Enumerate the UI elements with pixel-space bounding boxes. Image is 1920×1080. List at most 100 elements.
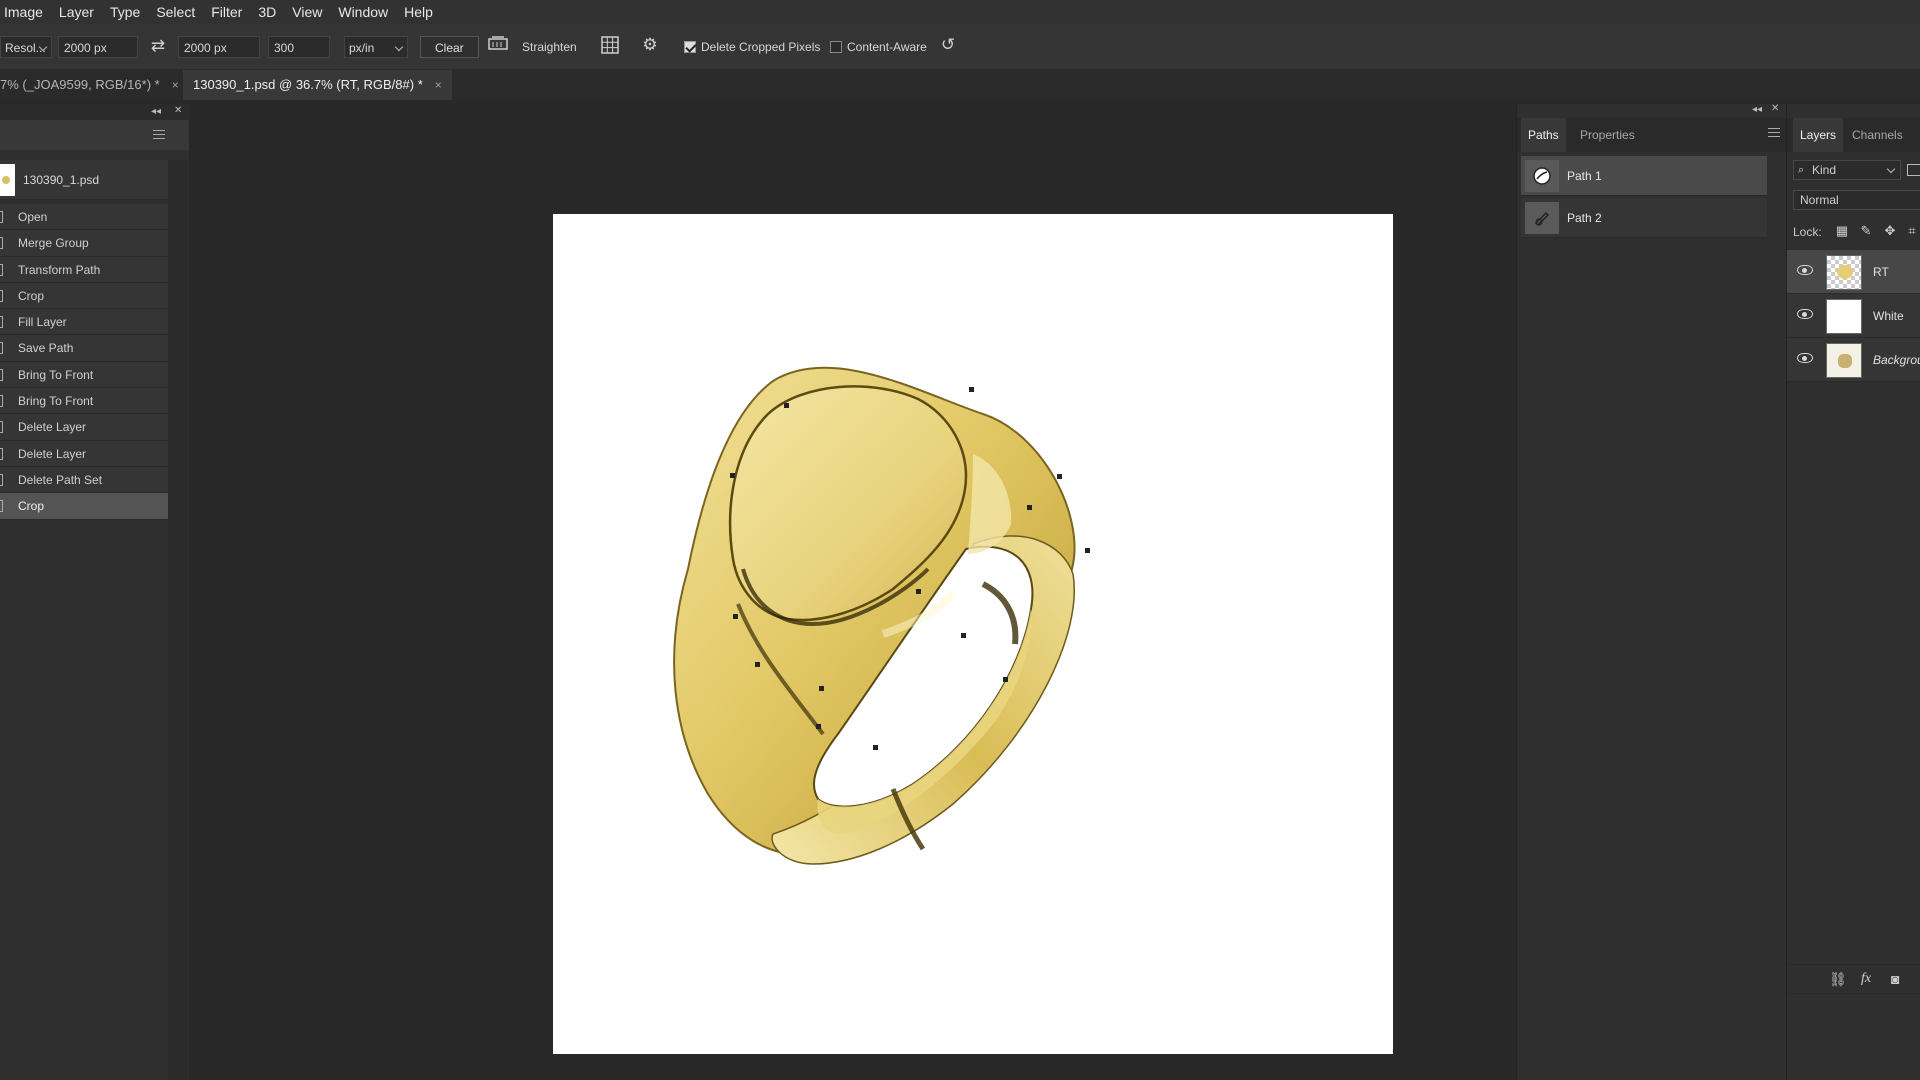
crop-height-input[interactable]: 2000 px (178, 36, 260, 58)
history-item[interactable]: Merge Group (0, 230, 168, 257)
resolution-input[interactable]: 300 (268, 36, 330, 58)
gear-icon[interactable]: ⚙ (638, 34, 662, 56)
menu-filter[interactable]: Filter (206, 0, 253, 24)
lock-artboard-icon[interactable]: ⌗ (1905, 224, 1919, 238)
link-layers-icon[interactable]: ⛓ (1829, 971, 1847, 988)
layer-filter-select[interactable]: ⌕ Kind (1793, 160, 1901, 180)
history-item[interactable]: Crop (0, 282, 168, 310)
document-tab-label: 7% (_JOA9599, RGB/16*) * (0, 77, 160, 92)
layer-name[interactable]: White (1873, 294, 1904, 338)
close-icon[interactable]: ✕ (1771, 103, 1779, 114)
grid-overlay-icon[interactable] (598, 35, 622, 57)
history-item-label: Crop (18, 288, 45, 303)
menu-select[interactable]: Select (151, 0, 206, 24)
image-filter-icon[interactable] (1907, 164, 1920, 176)
history-item[interactable]: Delete Layer (0, 414, 168, 441)
layer-mask-icon[interactable]: ◙ (1891, 971, 1899, 987)
visibility-eye-icon[interactable] (1797, 309, 1813, 319)
straighten-icon[interactable] (486, 35, 510, 57)
straighten-label[interactable]: Straighten (522, 36, 577, 58)
ratio-preset-select[interactable]: Resol... (0, 36, 52, 58)
history-item[interactable]: Fill Layer (0, 309, 168, 336)
path-thumbnail (1525, 202, 1559, 234)
history-state-icon (0, 211, 3, 223)
close-icon[interactable]: × (172, 78, 179, 92)
document-tab-label: 130390_1.psd @ 36.7% (RT, RGB/8#) * (193, 77, 423, 92)
layer-thumbnail (1826, 299, 1862, 334)
history-item-selected[interactable]: Crop (0, 493, 168, 520)
document-tab-bar: 7% (_JOA9599, RGB/16*) * × 130390_1.psd @… (0, 70, 1920, 100)
menu-window[interactable]: Window (333, 0, 399, 24)
history-state-icon (0, 316, 3, 329)
layer-thumbnail (1826, 255, 1862, 290)
swap-icon[interactable]: ⇄ (148, 35, 168, 57)
history-item[interactable]: Delete Path Set (0, 466, 168, 494)
layer-row-rt[interactable]: RT (1787, 250, 1920, 294)
panel-menu-icon[interactable] (1768, 128, 1780, 137)
lock-paint-icon[interactable]: ✎ (1859, 224, 1873, 238)
path-name: Path 1 (1567, 169, 1602, 183)
resolution-unit-select[interactable]: px/in (344, 36, 408, 58)
layer-filter-label: Kind (1812, 163, 1837, 177)
collapse-icon[interactable]: ◂◂ (1752, 104, 1762, 115)
panel-menu-icon[interactable] (153, 130, 165, 139)
history-item-label: Crop (18, 499, 45, 514)
blend-mode-select[interactable]: Normal (1793, 190, 1920, 210)
close-icon[interactable]: × (435, 78, 442, 92)
tab-paths[interactable]: Paths (1521, 118, 1566, 152)
path-row[interactable]: Path 2 (1521, 198, 1767, 238)
photoshop-window: Image Layer Type Select Filter 3D View W… (0, 0, 1920, 1080)
visibility-eye-icon[interactable] (1797, 353, 1813, 363)
tab-channels[interactable]: Channels (1845, 118, 1910, 152)
menu-image[interactable]: Image (0, 0, 54, 24)
panel-header: ◂◂ ✕ (0, 104, 189, 120)
visibility-eye-icon[interactable] (1797, 265, 1813, 275)
history-state-icon (0, 395, 3, 408)
menu-layer[interactable]: Layer (54, 0, 105, 24)
lock-transparency-icon[interactable]: ▦ (1835, 224, 1849, 238)
history-item[interactable]: Open (0, 204, 168, 231)
history-state-icon (0, 473, 3, 486)
history-item-label: Fill Layer (18, 315, 67, 330)
snapshot-thumbnail (0, 164, 15, 196)
delete-cropped-pixels-checkbox[interactable]: Delete Cropped Pixels (684, 36, 820, 58)
crop-width-input[interactable]: 2000 px (58, 36, 138, 58)
history-item[interactable]: Bring To Front (0, 361, 168, 389)
close-icon[interactable]: ✕ (174, 105, 182, 116)
history-state-icon (0, 237, 3, 250)
reset-icon[interactable]: ↺ (936, 34, 960, 56)
history-scrollbar[interactable] (168, 160, 188, 1080)
history-item-label: Save Path (18, 341, 74, 356)
path-name: Path 2 (1567, 211, 1602, 225)
history-list: Open Merge Group Transform Path Crop Fil… (0, 204, 168, 520)
collapse-icon[interactable]: ◂◂ (151, 106, 161, 117)
layer-row-background[interactable]: Background (1787, 338, 1920, 382)
history-item[interactable]: Save Path (0, 335, 168, 362)
menu-help[interactable]: Help (399, 0, 444, 24)
document-canvas[interactable] (553, 214, 1393, 1054)
path-row[interactable]: Path 1 (1521, 156, 1767, 196)
layer-name[interactable]: RT (1873, 250, 1889, 294)
lock-label: Lock: (1793, 225, 1822, 239)
document-tab-active[interactable]: 130390_1.psd @ 36.7% (RT, RGB/8#) * × (183, 70, 452, 100)
lock-position-icon[interactable]: ✥ (1883, 224, 1897, 238)
history-snapshot[interactable]: 130390_1.psd (0, 160, 168, 200)
tab-properties[interactable]: Properties (1573, 118, 1642, 152)
document-tab[interactable]: 7% (_JOA9599, RGB/16*) * × (0, 70, 189, 100)
content-aware-checkbox[interactable]: Content-Aware (830, 36, 927, 58)
paths-panel: ◂◂ ✕ Paths Properties Path 1 Path 2 (1516, 103, 1786, 1080)
history-item[interactable]: Delete Layer (0, 440, 168, 467)
history-item[interactable]: Transform Path (0, 256, 168, 283)
menu-type[interactable]: Type (105, 0, 151, 24)
history-item-label: Bring To Front (18, 367, 94, 382)
layer-row-white[interactable]: White (1787, 294, 1920, 338)
canvas-workspace[interactable] (189, 100, 1516, 1080)
menu-view[interactable]: View (287, 0, 333, 24)
tab-layers[interactable]: Layers (1793, 118, 1844, 152)
layer-effects-icon[interactable]: fx (1861, 971, 1871, 987)
history-state-icon (0, 342, 3, 355)
clear-button[interactable]: Clear (420, 36, 479, 58)
layer-name[interactable]: Background (1873, 338, 1920, 382)
history-item[interactable]: Bring To Front (0, 388, 168, 415)
menu-3d[interactable]: 3D (253, 0, 287, 24)
